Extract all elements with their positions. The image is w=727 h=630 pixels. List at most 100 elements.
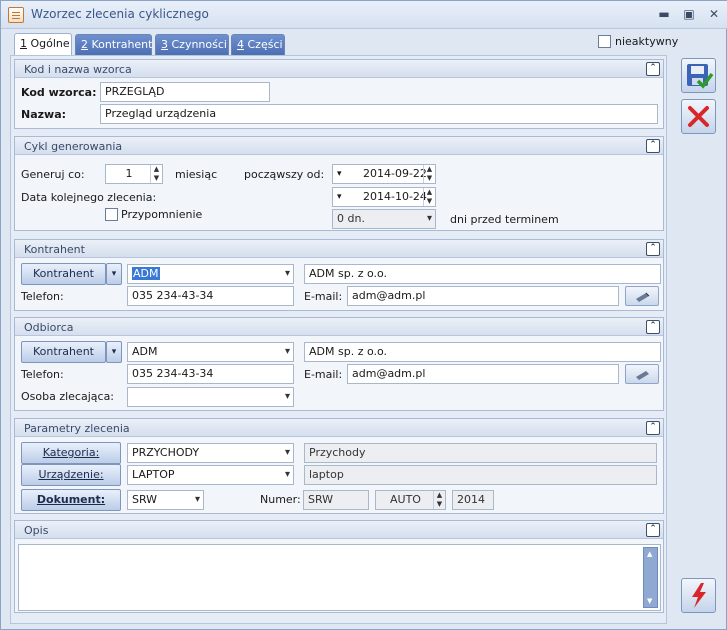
odbiorca-email-label: E-mail: bbox=[304, 368, 343, 381]
od-date-picker[interactable]: ▾ 2014-09-22 ▲ ▼ bbox=[332, 164, 436, 184]
section-odbiorca: Odbiorca ⌃ Kontrahent ▾ ADM ADM sp. z o.… bbox=[14, 317, 664, 411]
section-opis-header: Opis ⌃ bbox=[15, 521, 663, 539]
collapse-icon[interactable]: ⌃ bbox=[646, 320, 660, 334]
dropdown-icon[interactable]: ▾ bbox=[337, 188, 342, 206]
kontrahent-code: ADM bbox=[132, 267, 160, 280]
section-cykl-title: Cykl generowania bbox=[24, 140, 123, 153]
title-bar: Wzorzec zlecenia cyklicznego ▬ ▣ ✕ bbox=[1, 1, 727, 29]
section-kod-title: Kod i nazwa wzorca bbox=[24, 63, 132, 76]
generuj-label: Generuj co: bbox=[21, 168, 85, 181]
section-odbiorca-header: Odbiorca ⌃ bbox=[15, 318, 663, 336]
odbiorca-tel-input[interactable]: 035 234-43-34 bbox=[127, 364, 294, 384]
kontrahent-dropdown-icon[interactable]: ▾ bbox=[106, 263, 122, 285]
generuj-stepper[interactable]: 1 ▲ ▼ bbox=[105, 164, 163, 184]
kategoria-button[interactable]: Kategoria: bbox=[21, 442, 121, 464]
scroll-up-icon[interactable]: ▲ bbox=[647, 550, 652, 558]
kontrahent-email-input[interactable]: adm@adm.pl bbox=[347, 286, 619, 306]
collapse-icon[interactable]: ⌃ bbox=[646, 139, 660, 153]
od-value: 2014-09-22 bbox=[363, 167, 427, 180]
days-select[interactable]: 0 dn. bbox=[332, 209, 436, 229]
urzadzenie-select[interactable]: LAPTOP bbox=[127, 465, 294, 485]
kontrahent-email-label: E-mail: bbox=[304, 290, 343, 303]
kontrahent-tel-input[interactable]: 035 234-43-34 bbox=[127, 286, 294, 306]
next-date-label: Data kolejnego zlecenia: bbox=[21, 191, 157, 204]
numer-auto-value: AUTO bbox=[390, 493, 421, 506]
days-suffix-label: dni przed terminem bbox=[450, 213, 559, 226]
email-icon bbox=[636, 292, 650, 302]
cancel-button[interactable] bbox=[681, 99, 716, 134]
osoba-select[interactable] bbox=[127, 387, 294, 407]
save-button[interactable] bbox=[681, 58, 716, 93]
scroll-down-icon[interactable]: ▼ bbox=[647, 597, 652, 605]
spin-icon[interactable]: ▲ ▼ bbox=[423, 165, 435, 183]
dropdown-icon[interactable]: ▾ bbox=[337, 165, 342, 183]
kod-input[interactable]: PRZEGLĄD bbox=[100, 82, 270, 102]
odbiorca-code-select[interactable]: ADM bbox=[127, 342, 294, 362]
dokument-select[interactable]: SRW bbox=[127, 490, 204, 510]
od-label: począwszy od: bbox=[244, 168, 325, 181]
section-odbiorca-title: Odbiorca bbox=[24, 321, 74, 334]
kategoria-select[interactable]: PRZYCHODY bbox=[127, 443, 294, 463]
lightning-button[interactable] bbox=[681, 578, 716, 613]
tab-czynnosci[interactable]: 3 Czynności bbox=[155, 34, 229, 55]
reminder-checkbox[interactable] bbox=[105, 208, 118, 221]
kod-label: Kod wzorca: bbox=[21, 86, 97, 99]
numer-label: Numer: bbox=[260, 493, 301, 506]
nazwa-label: Nazwa: bbox=[21, 108, 67, 121]
section-cykl: Cykl generowania ⌃ Generuj co: 1 ▲ ▼ miesi… bbox=[14, 136, 664, 231]
collapse-icon[interactable]: ⌃ bbox=[646, 421, 660, 435]
app-icon bbox=[8, 7, 24, 23]
section-kontrahent: Kontrahent ⌃ Kontrahent ▾ ADM ADM sp. z … bbox=[14, 239, 664, 311]
urzadzenie-button[interactable]: Urządzenie: bbox=[21, 464, 121, 486]
window: Wzorzec zlecenia cyklicznego ▬ ▣ ✕ 1 Ogó… bbox=[0, 0, 727, 630]
lightning-icon bbox=[692, 583, 706, 608]
maximize-button[interactable]: ▣ bbox=[680, 5, 698, 23]
tab-kontrahent[interactable]: 2 Kontrahent bbox=[75, 34, 152, 55]
unit-label: miesiąc bbox=[175, 168, 218, 181]
odbiorca-send-email-button[interactable] bbox=[625, 364, 659, 384]
kontrahent-button[interactable]: Kontrahent bbox=[21, 263, 106, 285]
section-kod-header: Kod i nazwa wzorca ⌃ bbox=[15, 60, 663, 78]
spin-icon[interactable]: ▲ ▼ bbox=[150, 165, 162, 183]
collapse-icon[interactable]: ⌃ bbox=[646, 242, 660, 256]
close-button[interactable]: ✕ bbox=[705, 5, 723, 23]
collapse-icon[interactable]: ⌃ bbox=[646, 523, 660, 537]
inactive-label: nieaktywny bbox=[615, 35, 679, 48]
odbiorca-name-input[interactable]: ADM sp. z o.o. bbox=[304, 342, 661, 362]
generuj-value: 1 bbox=[125, 167, 133, 180]
collapse-icon[interactable]: ⌃ bbox=[646, 62, 660, 76]
opis-scrollbar[interactable]: ▲ ▼ bbox=[643, 547, 658, 608]
next-date-value: 2014-10-24 bbox=[363, 190, 427, 203]
odbiorca-tel-label: Telefon: bbox=[21, 368, 64, 381]
kontrahent-name-input[interactable]: ADM sp. z o.o. bbox=[304, 264, 661, 284]
tab-ogolne[interactable]: 1 Ogólne bbox=[14, 33, 72, 56]
opis-textarea[interactable]: ▲ ▼ bbox=[18, 544, 661, 611]
kategoria-desc: Przychody bbox=[304, 443, 657, 463]
section-parametry-header: Parametry zlecenia ⌃ bbox=[15, 419, 663, 437]
section-cykl-header: Cykl generowania ⌃ bbox=[15, 137, 663, 155]
inactive-checkbox[interactable] bbox=[598, 35, 611, 48]
numer-year: 2014 bbox=[452, 490, 494, 510]
email-icon bbox=[636, 371, 649, 380]
kontrahent-code-select[interactable]: ADM bbox=[127, 264, 294, 284]
odbiorca-dropdown-icon[interactable]: ▾ bbox=[106, 341, 122, 363]
section-parametry-title: Parametry zlecenia bbox=[24, 422, 130, 435]
numer-auto[interactable]: AUTO ▲ ▼ bbox=[375, 490, 446, 510]
window-title: Wzorzec zlecenia cyklicznego bbox=[31, 7, 209, 21]
dokument-button[interactable]: Dokument: bbox=[21, 489, 121, 511]
send-email-button[interactable] bbox=[625, 286, 659, 306]
odbiorca-email-input[interactable]: adm@adm.pl bbox=[347, 364, 619, 384]
reminder-label: Przypomnienie bbox=[121, 208, 203, 221]
spin-icon[interactable]: ▲ ▼ bbox=[433, 491, 445, 509]
section-opis: Opis ⌃ ▲ ▼ bbox=[14, 520, 664, 613]
spin-icon[interactable]: ▲ ▼ bbox=[423, 188, 435, 206]
next-date-picker[interactable]: ▾ 2014-10-24 ▲ ▼ bbox=[332, 187, 436, 207]
urzadzenie-desc: laptop bbox=[304, 465, 657, 485]
minimize-button[interactable]: ▬ bbox=[655, 5, 673, 23]
nazwa-input[interactable]: Przegląd urządzenia bbox=[100, 104, 658, 124]
cancel-x-icon bbox=[688, 106, 709, 127]
tab-czesci[interactable]: 4 Części bbox=[231, 34, 285, 55]
section-parametry: Parametry zlecenia ⌃ Kategoria: PRZYCHOD… bbox=[14, 418, 664, 514]
numer-series: SRW bbox=[303, 490, 369, 510]
odbiorca-kontrahent-button[interactable]: Kontrahent bbox=[21, 341, 106, 363]
